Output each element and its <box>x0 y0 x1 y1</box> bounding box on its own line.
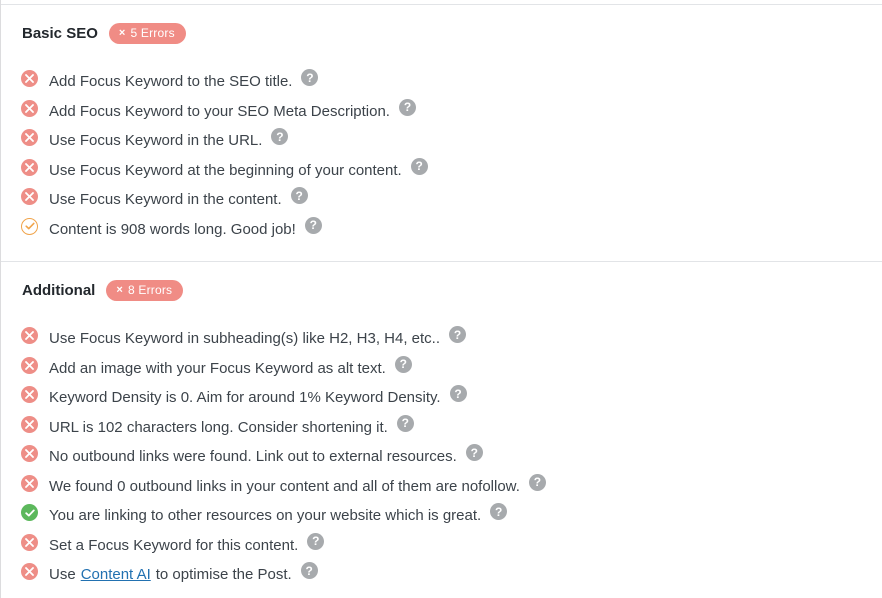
check-text: We found 0 outbound links in your conten… <box>49 477 520 495</box>
fail-icon <box>21 415 38 433</box>
check-item: Add Focus Keyword to your SEO Meta Descr… <box>21 97 428 127</box>
check-text: Add Focus Keyword to your SEO Meta Descr… <box>49 102 390 120</box>
help-icon[interactable]: ? <box>271 128 289 146</box>
help-icon[interactable]: ? <box>394 355 412 373</box>
help-icon[interactable]: ? <box>304 216 322 234</box>
help-icon[interactable]: ? <box>410 157 428 175</box>
help-icon[interactable]: ? <box>490 503 508 521</box>
check-text: Keyword Density is 0. Aim for around 1% … <box>49 389 441 407</box>
basic-seo-error-count: 5 Errors <box>130 26 175 40</box>
check-item: Set a Focus Keyword for this content. ? <box>21 531 546 561</box>
close-icon: × <box>118 27 126 39</box>
fail-icon <box>21 129 38 147</box>
basic-seo-check-list: Add Focus Keyword to the SEO title. ? Ad… <box>21 67 428 244</box>
basic-seo-title: Basic SEO <box>22 24 98 42</box>
content-ai-link[interactable]: Content AI <box>81 566 151 583</box>
help-icon[interactable]: ? <box>449 385 467 403</box>
fail-icon <box>21 563 38 581</box>
check-item: Use Focus Keyword in the URL. ? <box>21 126 428 156</box>
check-text: Content is 908 words long. Good job! <box>49 220 296 238</box>
fail-icon <box>21 474 38 492</box>
additional-header[interactable]: Additional × 8 Errors <box>22 278 184 302</box>
seo-analysis-panel: Basic SEO × 5 Errors Add Focus Keyword t… <box>0 0 882 598</box>
check-text: Set a Focus Keyword for this content. <box>49 536 299 554</box>
check-text: You are linking to other resources on yo… <box>49 507 482 525</box>
help-icon[interactable]: ? <box>290 187 308 205</box>
additional-error-count: 8 Errors <box>127 283 173 297</box>
check-item: Use Focus Keyword in subheading(s) like … <box>21 324 546 354</box>
check-item: Content is 908 words long. Good job! ? <box>21 215 428 245</box>
check-item: Add an image with your Focus Keyword as … <box>21 354 546 384</box>
check-text: Add Focus Keyword to the SEO title. <box>49 73 293 91</box>
help-icon[interactable]: ? <box>398 98 416 116</box>
help-icon[interactable]: ? <box>449 326 467 344</box>
help-icon[interactable]: ? <box>300 562 318 580</box>
fail-icon <box>21 188 38 206</box>
fail-icon <box>21 70 38 88</box>
fail-icon <box>21 386 38 404</box>
check-text-after: to optimise the Post. <box>155 566 292 584</box>
fail-icon <box>21 533 38 551</box>
help-icon[interactable]: ? <box>301 69 319 87</box>
help-icon[interactable]: ? <box>307 532 325 550</box>
top-divider <box>1 4 882 5</box>
warning-check-icon <box>21 217 38 235</box>
check-text: Add an image with your Focus Keyword as … <box>49 359 386 377</box>
check-text: URL is 102 characters long. Consider sho… <box>49 418 388 436</box>
fail-icon <box>21 99 38 117</box>
check-text: Use Focus Keyword in subheading(s) like … <box>49 330 441 348</box>
check-item: No outbound links were found. Link out t… <box>21 442 546 472</box>
check-item: Keyword Density is 0. Aim for around 1% … <box>21 383 546 413</box>
check-text: No outbound links were found. Link out t… <box>49 448 457 466</box>
close-icon: × <box>116 284 123 296</box>
check-item: Add Focus Keyword to the SEO title. ? <box>21 67 428 97</box>
help-icon[interactable]: ? <box>396 414 414 432</box>
additional-title: Additional <box>22 281 96 299</box>
check-item: You are linking to other resources on yo… <box>21 501 546 531</box>
additional-section: Additional × 8 Errors Use Focus Keyword … <box>1 261 882 583</box>
additional-check-list: Use Focus Keyword in subheading(s) like … <box>21 324 546 590</box>
check-item: Use Focus Keyword in the content. ? <box>21 185 428 215</box>
fail-icon <box>21 356 38 374</box>
check-text-before: Use <box>49 566 76 584</box>
check-item: We found 0 outbound links in your conten… <box>21 472 546 502</box>
check-item: URL is 102 characters long. Consider sho… <box>21 413 546 443</box>
additional-error-badge: × 8 Errors <box>106 279 184 301</box>
fail-icon <box>21 327 38 345</box>
fail-icon <box>21 158 38 176</box>
basic-seo-header[interactable]: Basic SEO × 5 Errors <box>22 21 186 45</box>
pass-check-icon <box>21 504 38 522</box>
fail-icon <box>21 445 38 463</box>
basic-seo-error-badge: × 5 Errors <box>108 22 186 44</box>
check-text: Use Focus Keyword in the content. <box>49 191 282 209</box>
help-icon[interactable]: ? <box>528 473 546 491</box>
check-text: Use Focus Keyword in the URL. <box>49 132 263 150</box>
check-item: Use Content AI to optimise the Post. ? <box>21 560 546 590</box>
help-icon[interactable]: ? <box>465 444 483 462</box>
check-text: Use Focus Keyword at the beginning of yo… <box>49 161 402 179</box>
check-item: Use Focus Keyword at the beginning of yo… <box>21 156 428 186</box>
